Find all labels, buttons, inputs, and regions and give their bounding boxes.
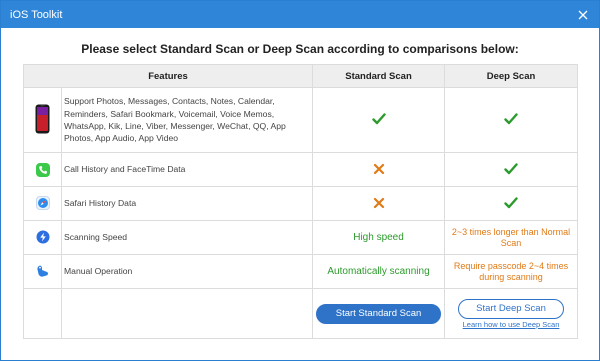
- iphone-icon: [35, 104, 50, 136]
- row-icon-cell: [23, 186, 62, 221]
- window-title: iOS Toolkit: [10, 8, 63, 21]
- button-row: Start Standard Scan Start Deep Scan Lear…: [23, 288, 579, 339]
- table-row: Support Photos, Messages, Contacts, Note…: [23, 87, 579, 153]
- learn-deep-scan-link[interactable]: Learn how to use Deep Scan: [463, 320, 560, 329]
- start-deep-scan-button[interactable]: Start Deep Scan: [458, 298, 565, 319]
- ios-toolkit-dialog: iOS Toolkit Please select Standard Scan …: [0, 0, 600, 361]
- row-icon-cell: [23, 254, 62, 289]
- table-row: Scanning Speed High speed 2~3 times long…: [23, 220, 579, 255]
- feature-text: Call History and FaceTime Data: [60, 152, 314, 187]
- table-row: Manual Operation Automatically scanning …: [23, 254, 579, 289]
- title-bar: iOS Toolkit: [1, 1, 599, 28]
- standard-check-icon: [312, 87, 446, 153]
- hand-icon: [36, 265, 50, 280]
- row-icon-cell: [23, 87, 62, 153]
- row-icon-cell: [23, 152, 62, 187]
- table-row: Safari History Data: [23, 186, 579, 221]
- table-row: Call History and FaceTime Data: [23, 152, 579, 187]
- speed-icon: [36, 230, 50, 246]
- feature-text: Manual Operation: [60, 254, 314, 289]
- safari-icon: [35, 196, 50, 210]
- standard-speed-text: High speed: [312, 220, 446, 255]
- start-standard-scan-button[interactable]: Start Standard Scan: [316, 303, 442, 324]
- standard-cross-icon: [312, 186, 446, 221]
- comparison-table: Features Standard Scan Deep Scan Support…: [22, 64, 579, 339]
- deep-column-header: Deep Scan: [444, 64, 579, 88]
- standard-column-header: Standard Scan: [312, 64, 446, 88]
- phone-icon: [35, 162, 50, 177]
- standard-button-cell: Start Standard Scan: [312, 288, 446, 339]
- features-column-header: Features: [22, 64, 314, 88]
- deep-operation-text: Require passcode 2~4 times during scanni…: [444, 254, 579, 289]
- feature-text: Support Photos, Messages, Contacts, Note…: [60, 87, 314, 153]
- standard-cross-icon: [312, 152, 446, 187]
- table-header-row: Features Standard Scan Deep Scan: [22, 64, 579, 88]
- row-icon-cell: [23, 220, 62, 255]
- standard-operation-text: Automatically scanning: [312, 254, 446, 289]
- deep-check-icon: [444, 186, 579, 221]
- deep-check-icon: [444, 152, 579, 187]
- close-icon[interactable]: [576, 8, 590, 22]
- feature-text: Scanning Speed: [60, 220, 314, 255]
- feature-text: Safari History Data: [60, 186, 314, 221]
- deep-speed-text: 2~3 times longer than Normal Scan: [444, 220, 579, 255]
- empty-cell: [23, 288, 62, 339]
- deep-check-icon: [444, 87, 579, 153]
- page-heading: Please select Standard Scan or Deep Scan…: [81, 42, 519, 56]
- deep-button-cell: Start Deep Scan Learn how to use Deep Sc…: [444, 288, 579, 339]
- empty-cell: [60, 288, 314, 339]
